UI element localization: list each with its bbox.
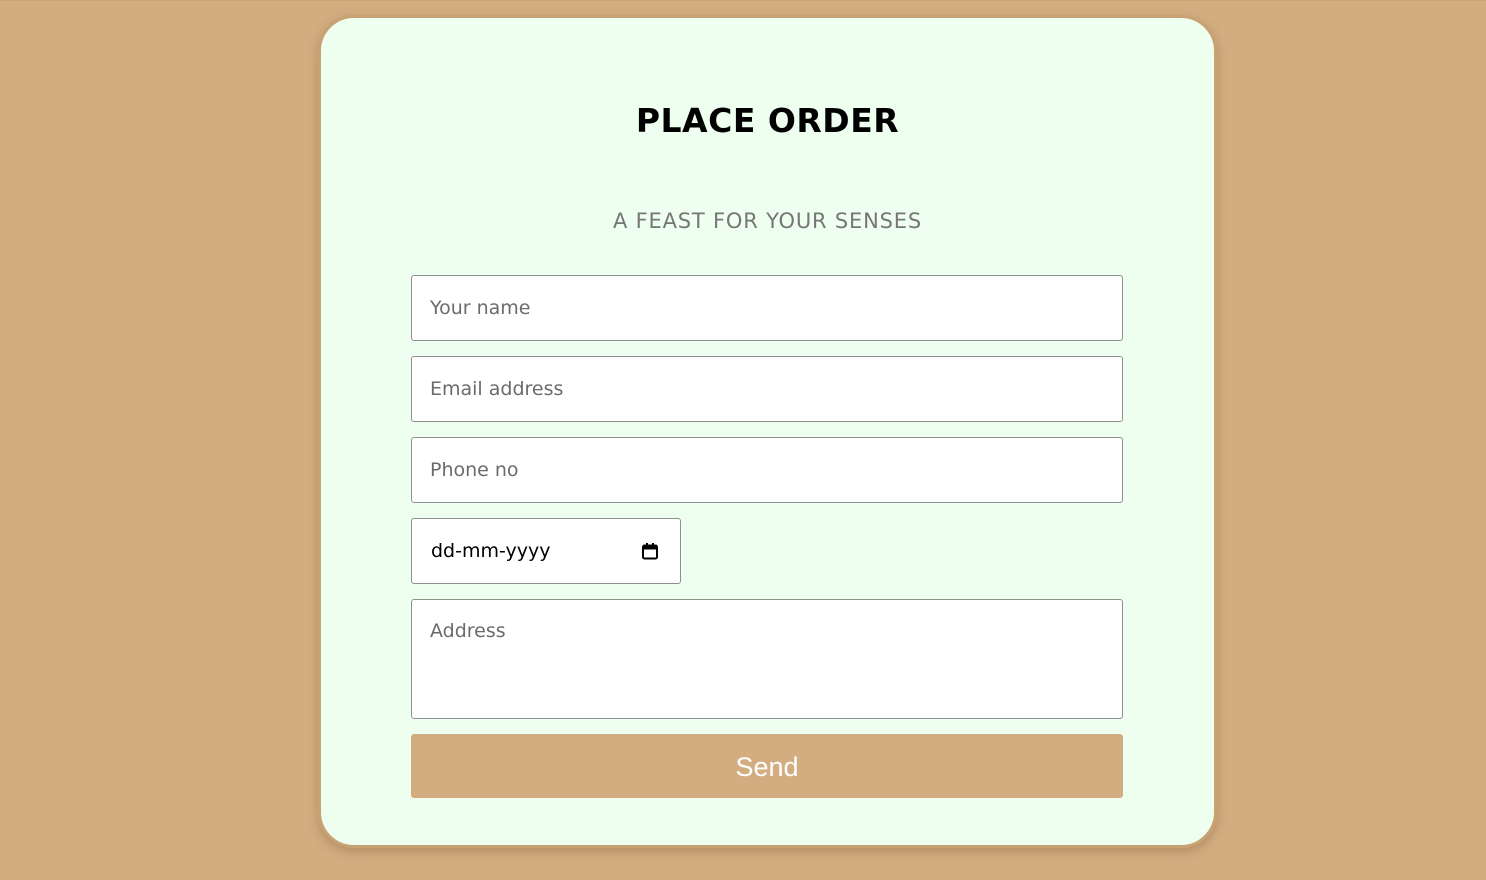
page-subtitle: A FEAST FOR YOUR SENSES <box>613 209 922 233</box>
calendar-icon[interactable] <box>642 542 658 560</box>
order-form-card: PLACE ORDER A FEAST FOR YOUR SENSES dd-m… <box>318 15 1217 848</box>
address-textarea[interactable] <box>411 599 1123 719</box>
email-input[interactable] <box>411 356 1123 422</box>
date-input[interactable]: dd-mm-yyyy <box>411 518 681 584</box>
page-title: PLACE ORDER <box>635 101 900 140</box>
phone-input[interactable] <box>411 437 1123 503</box>
name-input[interactable] <box>411 275 1123 341</box>
date-input-value: dd-mm-yyyy <box>431 540 551 562</box>
send-button[interactable]: Send <box>411 734 1123 798</box>
top-edge-line <box>0 0 1486 1</box>
